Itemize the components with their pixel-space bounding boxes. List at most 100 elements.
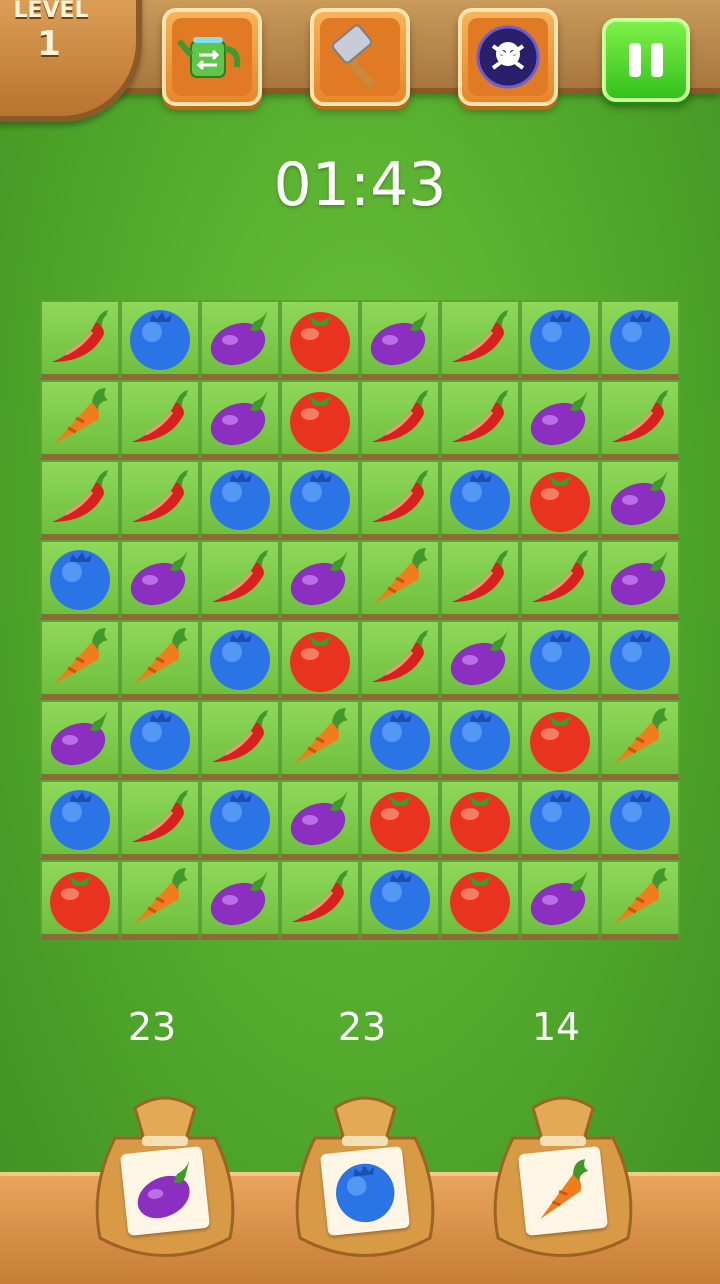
carrot-icon [294,708,348,764]
tomato-icon [450,872,510,932]
timer: 01:43 [273,150,447,220]
board-tile[interactable] [600,540,680,620]
board-tile[interactable] [600,300,680,380]
board-tile[interactable] [360,620,440,700]
board-tile[interactable] [40,860,120,940]
board-tile[interactable] [200,300,280,380]
board-tile[interactable] [280,540,360,620]
board-tile[interactable] [360,380,440,460]
board-tile[interactable] [440,300,520,380]
eggplant-icon [610,550,668,606]
goal-sack-carrot [478,1068,648,1268]
board-tile[interactable] [40,700,120,780]
board-tile[interactable] [520,460,600,540]
pause-button[interactable] [602,18,690,102]
eggplant-icon [530,390,588,446]
board-tile[interactable] [600,460,680,540]
board-tile[interactable] [120,780,200,860]
board-tile[interactable] [360,700,440,780]
board-tile[interactable] [200,620,280,700]
board-tile[interactable] [40,780,120,860]
board-tile[interactable] [600,860,680,940]
blueberry-icon [610,790,670,850]
game-board [40,300,680,940]
board-tile[interactable] [440,460,520,540]
board-tile[interactable] [440,380,520,460]
board-tile[interactable] [200,380,280,460]
blueberry-icon [290,470,350,530]
level-badge: LEVEL 1 [0,0,142,122]
eggplant-icon [210,870,268,926]
board-tile[interactable] [280,380,360,460]
board-tile[interactable] [200,460,280,540]
board-tile[interactable] [520,540,600,620]
watering-can-booster-button[interactable] [162,8,262,106]
board-tile[interactable] [200,540,280,620]
board-tile[interactable] [40,540,120,620]
board-tile[interactable] [280,780,360,860]
board-tile[interactable] [120,860,200,940]
board-tile[interactable] [520,620,600,700]
blueberry-icon [370,870,430,930]
board-tile[interactable] [200,700,280,780]
pepper-icon [372,390,428,442]
board-tile[interactable] [440,860,520,940]
carrot-icon [540,1159,589,1219]
board-tile[interactable] [40,620,120,700]
board-tile[interactable] [440,700,520,780]
tomato-icon [290,632,350,692]
bomb-booster-button[interactable] [458,8,558,106]
blueberry-icon [50,550,110,610]
hammer-booster-button[interactable] [310,8,410,106]
goal-count-carrot: 14 [531,1005,581,1049]
eggplant-icon [130,550,188,606]
board-tile[interactable] [600,620,680,700]
board-tile[interactable] [360,780,440,860]
board-tile[interactable] [520,380,600,460]
board-tile[interactable] [120,700,200,780]
board-tile[interactable] [280,860,360,940]
tomato-icon [530,472,590,532]
pause-icon [629,43,641,77]
board-tile[interactable] [360,860,440,940]
pepper-icon [452,390,508,442]
board-tile[interactable] [200,780,280,860]
board-tile[interactable] [440,620,520,700]
board-tile[interactable] [120,620,200,700]
board-tile[interactable] [120,300,200,380]
board-tile[interactable] [440,780,520,860]
blueberry-icon [210,470,270,530]
pepper-icon [532,550,588,602]
board-tile[interactable] [280,300,360,380]
board-tile[interactable] [280,460,360,540]
board-tile[interactable] [40,300,120,380]
board-tile[interactable] [120,460,200,540]
carrot-icon [614,868,668,924]
board-tile[interactable] [360,300,440,380]
board-tile[interactable] [40,460,120,540]
board-tile[interactable] [280,620,360,700]
board-tile[interactable] [520,700,600,780]
pepper-icon [612,390,668,442]
board-tile[interactable] [520,860,600,940]
board-tile[interactable] [520,300,600,380]
carrot-icon [54,388,108,444]
board-tile[interactable] [200,860,280,940]
board-tile[interactable] [120,380,200,460]
board-tile[interactable] [600,700,680,780]
eggplant-icon [50,710,108,766]
board-tile[interactable] [120,540,200,620]
board-tile[interactable] [40,380,120,460]
board-tile[interactable] [360,460,440,540]
board-tile[interactable] [600,380,680,460]
blueberry-icon [450,710,510,770]
board-tile[interactable] [440,540,520,620]
board-tile[interactable] [280,700,360,780]
board-tile[interactable] [600,780,680,860]
board-tile[interactable] [520,780,600,860]
blueberry-icon [210,630,270,690]
pepper-icon [292,870,348,922]
carrot-icon [614,708,668,764]
eggplant-icon [530,870,588,926]
board-tile[interactable] [360,540,440,620]
